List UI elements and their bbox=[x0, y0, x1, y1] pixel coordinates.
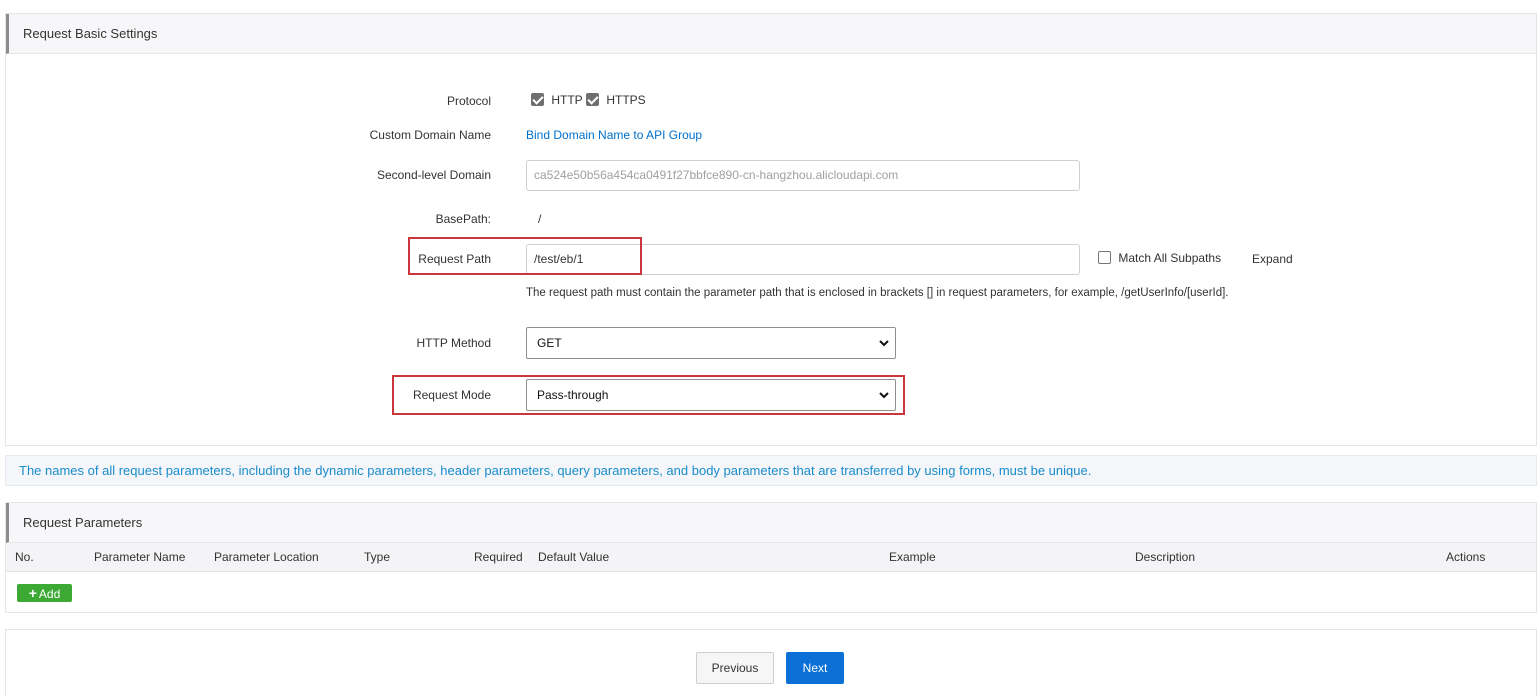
parameters-table-header: No. Parameter Name Parameter Location Ty… bbox=[6, 543, 1536, 572]
column-header: Parameter Location bbox=[214, 550, 319, 564]
unique-parameter-notice: The names of all request parameters, inc… bbox=[5, 455, 1537, 486]
column-header: Type bbox=[364, 550, 391, 564]
next-button[interactable]: Next bbox=[786, 652, 844, 684]
basepath-value: / bbox=[538, 212, 542, 226]
chevron-down-icon bbox=[879, 340, 889, 347]
basepath-label: BasePath: bbox=[435, 212, 491, 226]
request-mode-highlight bbox=[392, 375, 905, 415]
column-header: Example bbox=[889, 550, 936, 564]
request-parameters-panel: Request Parameters No. Parameter Name Pa… bbox=[5, 502, 1537, 613]
protocol-http-option[interactable]: HTTP bbox=[531, 92, 583, 107]
section-title: Request Basic Settings bbox=[6, 14, 1536, 54]
previous-button[interactable]: Previous bbox=[696, 652, 774, 684]
http-method-value: GET bbox=[537, 336, 562, 350]
footer-panel: Previous Next bbox=[5, 629, 1537, 696]
second-level-domain-input[interactable]: ca524e50b56a454ca0491f27bbfce890-cn-hang… bbox=[526, 160, 1080, 191]
http-method-label: HTTP Method bbox=[416, 336, 491, 350]
match-all-subpaths-checkbox[interactable] bbox=[1098, 251, 1111, 265]
https-checkbox[interactable] bbox=[586, 93, 599, 107]
http-label: HTTP bbox=[551, 92, 583, 107]
http-method-select[interactable]: GET bbox=[526, 327, 896, 359]
request-path-highlight bbox=[408, 237, 642, 275]
add-label: Add bbox=[38, 587, 61, 601]
column-header: Description bbox=[1135, 550, 1196, 564]
bind-domain-link[interactable]: Bind Domain Name to API Group bbox=[526, 128, 702, 142]
column-header: Parameter Name bbox=[94, 550, 186, 564]
request-basic-settings-panel: Request Basic Settings Protocol HTTP HTT… bbox=[5, 13, 1537, 446]
protocol-https-option[interactable]: HTTPS bbox=[586, 92, 646, 107]
https-label: HTTPS bbox=[606, 92, 646, 107]
expand-link[interactable]: Expand bbox=[1252, 252, 1293, 266]
column-header: No. bbox=[15, 550, 34, 564]
column-header: Default Value bbox=[538, 550, 610, 564]
column-header: Required bbox=[474, 550, 523, 564]
match-all-subpaths-option[interactable]: Match All Subpaths bbox=[1098, 250, 1221, 265]
protocol-label: Protocol bbox=[446, 94, 491, 108]
section-title: Request Parameters bbox=[6, 503, 1536, 543]
match-all-subpaths-label: Match All Subpaths bbox=[1118, 250, 1222, 265]
http-checkbox[interactable] bbox=[531, 93, 544, 107]
request-path-hint: The request path must contain the parame… bbox=[526, 287, 1229, 299]
add-parameter-button[interactable]: + Add bbox=[17, 584, 72, 602]
column-header: Actions bbox=[1446, 550, 1486, 564]
plus-icon: + bbox=[28, 585, 37, 601]
custom-domain-label: Custom Domain Name bbox=[369, 128, 491, 142]
second-level-domain-label: Second-level Domain bbox=[376, 168, 491, 182]
